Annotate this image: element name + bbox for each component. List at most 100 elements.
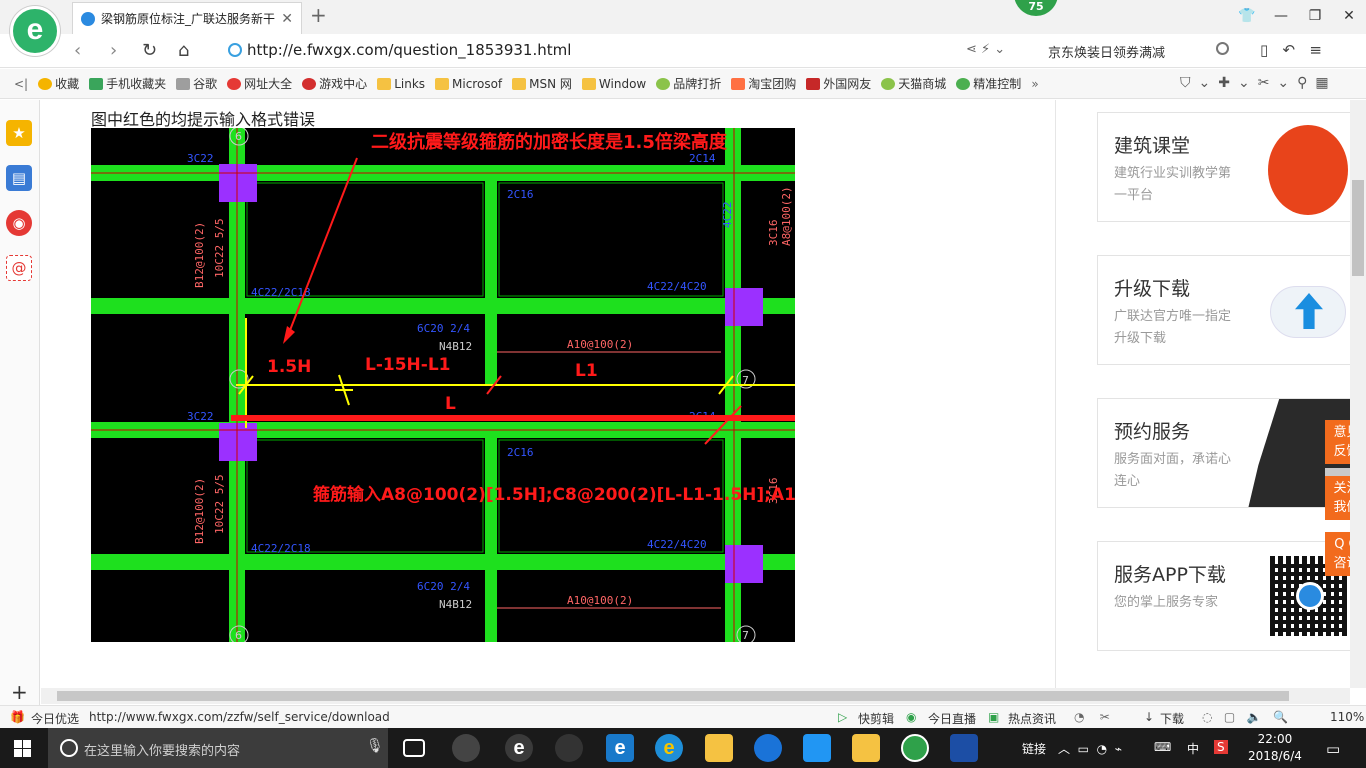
- today-live-link[interactable]: 今日直播: [928, 710, 976, 727]
- new-tab-button[interactable]: +: [310, 5, 327, 25]
- restore-button[interactable]: ❐: [1298, 0, 1332, 32]
- cad-text: 4C22/2C18: [251, 286, 311, 299]
- bookmark-folder[interactable]: MSN 网: [512, 75, 572, 92]
- browser-logo-icon[interactable]: [10, 6, 60, 56]
- hot-news-link[interactable]: 热点资讯: [1008, 710, 1056, 727]
- weibo-icon[interactable]: ◉: [6, 210, 32, 236]
- app-spiral-icon[interactable]: [555, 734, 583, 762]
- cortana-icon: [60, 739, 78, 757]
- live-icon[interactable]: ◉: [906, 710, 916, 724]
- bookmark-item[interactable]: 天猫商城: [881, 75, 946, 92]
- bookmark-item[interactable]: 淘宝团购: [731, 75, 796, 92]
- bookmark-item[interactable]: 外国网友: [806, 75, 871, 92]
- mail-icon[interactable]: @: [6, 255, 32, 281]
- gift-icon[interactable]: 🎁: [10, 710, 25, 724]
- app-plus-icon[interactable]: [803, 734, 831, 762]
- axis-label: 7: [742, 629, 749, 642]
- news-icon[interactable]: ▣: [988, 710, 999, 724]
- file-explorer-icon[interactable]: [705, 734, 733, 762]
- bookmark-item[interactable]: 品牌打折: [656, 75, 721, 92]
- cad-text: B12@100(2): [193, 478, 206, 544]
- bookmark-item[interactable]: 游戏中心: [302, 75, 367, 92]
- tray-icons[interactable]: ︿ ▭ ◔ ⌁: [1058, 740, 1122, 757]
- back-arrow-icon[interactable]: ‹: [74, 40, 81, 61]
- ime-indicator[interactable]: 中: [1187, 740, 1199, 757]
- bookmarks-collapse-icon[interactable]: <|: [14, 77, 28, 91]
- favorites-star-icon[interactable]: ★: [6, 120, 32, 146]
- download-icon[interactable]: ↓: [1144, 710, 1154, 724]
- cad-text: 6C20 2/4: [417, 322, 470, 335]
- card-upgrade-download[interactable]: 升级下载 广联达官方唯一指定升级下载: [1097, 255, 1350, 365]
- cad-text: 4C22/2C18: [251, 542, 311, 555]
- left-sidebar: ★ ▤ ◉ @ +: [0, 100, 40, 705]
- refresh-icon[interactable]: ↻: [142, 40, 157, 61]
- bookmark-item[interactable]: 谷歌: [176, 75, 217, 92]
- tab-active[interactable]: 梁钢筋原位标注_广联达服务新干线 ✕: [72, 2, 302, 34]
- zoom-level[interactable]: 110%: [1330, 710, 1364, 724]
- taskbar-search-box[interactable]: 在这里输入你要搜索的内容 🎙: [48, 728, 388, 768]
- card-app-download[interactable]: 服务APP下载 您的掌上服务专家: [1097, 541, 1350, 651]
- qq-consult-button[interactable]: Q Q 咨询: [1325, 532, 1350, 576]
- close-window-button[interactable]: ✕: [1332, 0, 1366, 32]
- card-building-class[interactable]: 建筑课堂 建筑行业实训教学第一平台: [1097, 112, 1350, 222]
- windows-taskbar: 在这里输入你要搜索的内容 🎙 e e e 链接 ︿ ▭ ◔ ⌁ ⌨ 中 S 22…: [0, 728, 1366, 768]
- follow-us-button[interactable]: 关注 我们: [1325, 476, 1350, 520]
- vertical-scroll-thumb[interactable]: [1352, 180, 1364, 276]
- bookmark-item[interactable]: 手机收藏夹: [89, 75, 166, 92]
- bookmark-item[interactable]: 精准控制: [956, 75, 1021, 92]
- forward-arrow-icon[interactable]: ›: [110, 40, 117, 61]
- notes-app-icon[interactable]: [852, 734, 880, 762]
- tab-title: 梁钢筋原位标注_广联达服务新干线: [101, 12, 276, 26]
- tab-close-button[interactable]: ✕: [281, 11, 293, 27]
- taskbar-clock[interactable]: 22:00 2018/6/4: [1248, 731, 1302, 765]
- notification-badge[interactable]: 75: [1014, 0, 1058, 16]
- cad-text: 2C16: [507, 446, 534, 459]
- cad-text: A10@100(2): [567, 594, 633, 607]
- search-input[interactable]: 京东焕装日领券满减: [1048, 42, 1165, 61]
- task-view-icon[interactable]: [403, 739, 425, 757]
- app-e-browser-icon[interactable]: e: [505, 734, 533, 762]
- keyboard-icon[interactable]: ⌨: [1154, 740, 1171, 754]
- vertical-scrollbar[interactable]: [1350, 100, 1366, 688]
- card-title: 升级下载: [1114, 278, 1191, 300]
- toolbar-icons[interactable]: ▯ ↶ ≡: [1260, 41, 1322, 59]
- windows-start-icon[interactable]: [14, 740, 31, 757]
- download-link[interactable]: 下载: [1160, 710, 1184, 727]
- beam-vertical: [485, 438, 497, 642]
- bookmark-folder[interactable]: Microsof: [435, 77, 502, 91]
- today-picks-link[interactable]: 今日优选: [31, 710, 79, 727]
- minimize-button[interactable]: —: [1264, 0, 1298, 32]
- cad-text: 4C22/4C20: [647, 280, 707, 293]
- bookmarks-more-icon[interactable]: »: [1031, 77, 1038, 91]
- status-tools-icons[interactable]: ◌ ▢ 🔈 🔍: [1202, 710, 1288, 724]
- app-g-icon[interactable]: [754, 734, 782, 762]
- feedback-button[interactable]: 意见 反馈: [1325, 420, 1350, 464]
- extension-icons[interactable]: ⛉⌄✚⌄✂⌄⚲▦: [1180, 75, 1337, 91]
- cad-app-icon[interactable]: [950, 734, 978, 762]
- 360-browser-taskbar-icon[interactable]: [901, 734, 929, 762]
- url-input[interactable]: http://e.fwxgx.com/question_1853931.html: [247, 41, 571, 59]
- share-icon[interactable]: ⋖ ⚡ ⌄: [966, 42, 1005, 57]
- kuaijianji-link[interactable]: 快剪辑: [858, 710, 894, 727]
- edge-browser-icon[interactable]: e: [606, 734, 634, 762]
- skin-icon[interactable]: 👕: [1230, 0, 1264, 32]
- microphone-icon[interactable]: 🎙: [366, 738, 384, 754]
- notification-center-icon[interactable]: ▭: [1326, 740, 1340, 758]
- app-pinwheel-icon[interactable]: [452, 734, 480, 762]
- sogou-ime-icon[interactable]: S: [1214, 740, 1228, 754]
- bookmark-folder[interactable]: Links: [377, 77, 425, 91]
- ie-browser-icon[interactable]: e: [655, 734, 683, 762]
- add-sidebar-icon[interactable]: +: [11, 680, 28, 704]
- horizontal-scrollbar[interactable]: [41, 688, 1350, 704]
- bookmark-item[interactable]: 网址大全: [227, 75, 292, 92]
- card-appointment-service[interactable]: 预约服务 服务面对面，承诺心连心: [1097, 398, 1350, 508]
- bookmark-folder[interactable]: Window: [581, 77, 646, 91]
- horizontal-scroll-thumb[interactable]: [57, 691, 1289, 701]
- video-edit-icon[interactable]: ▷: [838, 710, 847, 724]
- search-icon[interactable]: [1216, 42, 1229, 55]
- speed-icon[interactable]: ◔ ✂: [1074, 710, 1110, 724]
- reading-list-icon[interactable]: ▤: [6, 165, 32, 191]
- link-toolbar[interactable]: 链接: [1022, 740, 1046, 757]
- bookmark-item[interactable]: 收藏: [38, 75, 79, 92]
- home-icon[interactable]: ⌂: [178, 40, 189, 61]
